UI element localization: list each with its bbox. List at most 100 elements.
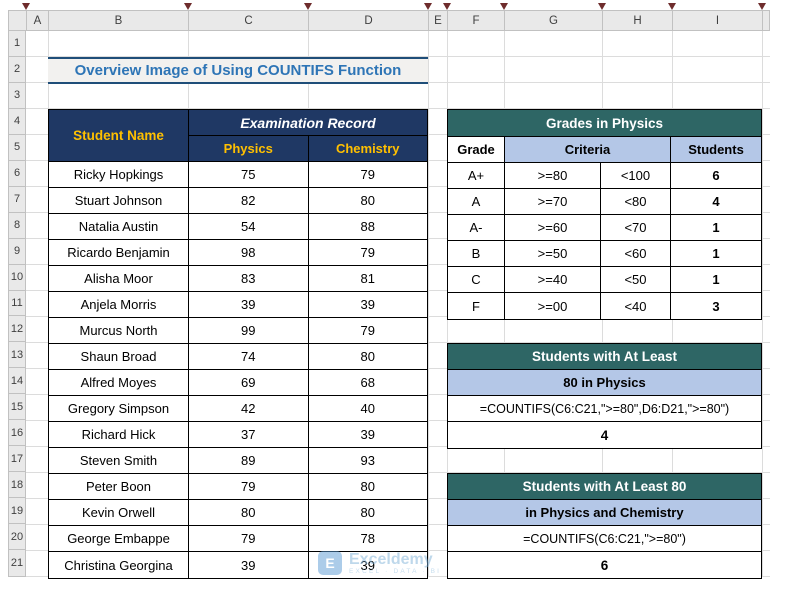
grade-header-cell[interactable]: Grade bbox=[448, 137, 505, 163]
row-header-18[interactable]: 18 bbox=[9, 472, 25, 499]
student-name-cell[interactable]: Steven Smith bbox=[49, 448, 189, 474]
physics-score-cell[interactable]: 37 bbox=[189, 422, 309, 448]
chemistry-score-cell[interactable]: 79 bbox=[308, 318, 427, 344]
grade-cell[interactable]: A+ bbox=[448, 163, 505, 189]
column-header-F[interactable]: F bbox=[448, 11, 505, 30]
box1-formula-cell[interactable]: =COUNTIFS(C6:C21,">=80",D6:D21,">=80") bbox=[448, 396, 761, 422]
chemistry-score-cell[interactable]: 39 bbox=[308, 552, 427, 578]
row-header-21[interactable]: 21 bbox=[9, 550, 25, 576]
column-header-A[interactable]: A bbox=[27, 11, 49, 30]
physics-score-cell[interactable]: 39 bbox=[189, 552, 309, 578]
grade-cell[interactable]: A bbox=[448, 189, 505, 215]
column-header-G[interactable]: G bbox=[505, 11, 603, 30]
student-name-cell[interactable]: Kevin Orwell bbox=[49, 500, 189, 526]
chemistry-score-cell[interactable]: 88 bbox=[308, 214, 427, 240]
box2-subtitle-cell[interactable]: in Physics and Chemistry bbox=[448, 500, 761, 526]
grade-cell[interactable]: A- bbox=[448, 215, 505, 241]
student-name-cell[interactable]: Shaun Broad bbox=[49, 344, 189, 370]
physics-score-cell[interactable]: 42 bbox=[189, 396, 309, 422]
physics-score-cell[interactable]: 99 bbox=[189, 318, 309, 344]
chemistry-score-cell[interactable]: 40 bbox=[308, 396, 427, 422]
chemistry-header-cell[interactable]: Chemistry bbox=[308, 136, 427, 162]
column-header-I[interactable]: I bbox=[673, 11, 763, 30]
row-header-3[interactable]: 3 bbox=[9, 83, 25, 109]
row-header-11[interactable]: 11 bbox=[9, 291, 25, 317]
row-header-7[interactable]: 7 bbox=[9, 187, 25, 213]
grades-table-title-cell[interactable]: Grades in Physics bbox=[448, 110, 761, 137]
physics-score-cell[interactable]: 54 bbox=[189, 214, 309, 240]
sheet-title-cell[interactable]: Overview Image of Using COUNTIFS Functio… bbox=[48, 57, 428, 84]
chemistry-score-cell[interactable]: 80 bbox=[308, 344, 427, 370]
criteria-low-cell[interactable]: >=00 bbox=[505, 293, 601, 319]
physics-score-cell[interactable]: 83 bbox=[189, 266, 309, 292]
box2-title-cell[interactable]: Students with At Least 80 bbox=[448, 474, 761, 500]
student-name-cell[interactable]: Gregory Simpson bbox=[49, 396, 189, 422]
row-header-6[interactable]: 6 bbox=[9, 161, 25, 187]
grade-cell[interactable]: B bbox=[448, 241, 505, 267]
box2-formula-cell[interactable]: =COUNTIFS(C6:C21,">=80") bbox=[448, 526, 761, 552]
column-header-D[interactable]: D bbox=[309, 11, 429, 30]
row-header-16[interactable]: 16 bbox=[9, 420, 25, 447]
chemistry-score-cell[interactable]: 80 bbox=[308, 474, 427, 500]
row-header-10[interactable]: 10 bbox=[9, 265, 25, 291]
physics-score-cell[interactable]: 79 bbox=[189, 526, 309, 552]
student-name-cell[interactable]: Ricky Hopkings bbox=[49, 162, 189, 188]
criteria-low-cell[interactable]: >=40 bbox=[505, 267, 601, 293]
physics-score-cell[interactable]: 98 bbox=[189, 240, 309, 266]
row-header-19[interactable]: 19 bbox=[9, 498, 25, 525]
criteria-low-cell[interactable]: >=60 bbox=[505, 215, 601, 241]
row-header-13[interactable]: 13 bbox=[9, 342, 25, 369]
grade-cell[interactable]: C bbox=[448, 267, 505, 293]
physics-score-cell[interactable]: 69 bbox=[189, 370, 309, 396]
student-count-cell[interactable]: 1 bbox=[671, 215, 761, 241]
physics-score-cell[interactable]: 89 bbox=[189, 448, 309, 474]
physics-score-cell[interactable]: 80 bbox=[189, 500, 309, 526]
physics-score-cell[interactable]: 82 bbox=[189, 188, 309, 214]
row-header-4[interactable]: 4 bbox=[9, 109, 25, 135]
student-name-cell[interactable]: Richard Hick bbox=[49, 422, 189, 448]
chemistry-score-cell[interactable]: 78 bbox=[308, 526, 427, 552]
criteria-low-cell[interactable]: >=80 bbox=[505, 163, 601, 189]
student-count-cell[interactable]: 1 bbox=[671, 267, 761, 293]
row-header-17[interactable]: 17 bbox=[9, 446, 25, 473]
criteria-header-cell[interactable]: Criteria bbox=[505, 137, 671, 163]
box2-result-cell[interactable]: 6 bbox=[448, 552, 761, 578]
student-count-cell[interactable]: 6 bbox=[671, 163, 761, 189]
box1-subtitle-cell[interactable]: 80 in Physics bbox=[448, 370, 761, 396]
row-header-20[interactable]: 20 bbox=[9, 524, 25, 551]
student-count-cell[interactable]: 3 bbox=[671, 293, 761, 319]
grade-cell[interactable]: F bbox=[448, 293, 505, 319]
chemistry-score-cell[interactable]: 68 bbox=[308, 370, 427, 396]
physics-header-cell[interactable]: Physics bbox=[189, 136, 309, 162]
criteria-low-cell[interactable]: >=50 bbox=[505, 241, 601, 267]
row-header-1[interactable]: 1 bbox=[9, 31, 25, 57]
column-header-B[interactable]: B bbox=[49, 11, 189, 30]
student-name-cell[interactable]: Murcus North bbox=[49, 318, 189, 344]
student-name-cell[interactable]: Peter Boon bbox=[49, 474, 189, 500]
student-name-cell[interactable]: Christina Georgina bbox=[49, 552, 189, 578]
criteria-high-cell[interactable]: <60 bbox=[601, 241, 671, 267]
criteria-high-cell[interactable]: <80 bbox=[601, 189, 671, 215]
row-header-9[interactable]: 9 bbox=[9, 239, 25, 265]
students-header-cell[interactable]: Students bbox=[671, 137, 761, 163]
chemistry-score-cell[interactable]: 79 bbox=[308, 162, 427, 188]
student-name-cell[interactable]: Stuart Johnson bbox=[49, 188, 189, 214]
chemistry-score-cell[interactable]: 39 bbox=[308, 422, 427, 448]
chemistry-score-cell[interactable]: 81 bbox=[308, 266, 427, 292]
criteria-high-cell[interactable]: <50 bbox=[601, 267, 671, 293]
select-all-corner[interactable] bbox=[9, 11, 27, 30]
student-count-cell[interactable]: 4 bbox=[671, 189, 761, 215]
physics-score-cell[interactable]: 74 bbox=[189, 344, 309, 370]
criteria-high-cell[interactable]: <100 bbox=[601, 163, 671, 189]
student-name-header-cell[interactable]: Student Name bbox=[49, 110, 189, 162]
row-header-8[interactable]: 8 bbox=[9, 213, 25, 239]
student-name-cell[interactable]: Anjela Morris bbox=[49, 292, 189, 318]
physics-score-cell[interactable]: 79 bbox=[189, 474, 309, 500]
row-header-2[interactable]: 2 bbox=[9, 57, 25, 83]
box1-result-cell[interactable]: 4 bbox=[448, 422, 761, 448]
criteria-high-cell[interactable]: <40 bbox=[601, 293, 671, 319]
chemistry-score-cell[interactable]: 80 bbox=[308, 500, 427, 526]
student-count-cell[interactable]: 1 bbox=[671, 241, 761, 267]
physics-score-cell[interactable]: 39 bbox=[189, 292, 309, 318]
chemistry-score-cell[interactable]: 80 bbox=[308, 188, 427, 214]
